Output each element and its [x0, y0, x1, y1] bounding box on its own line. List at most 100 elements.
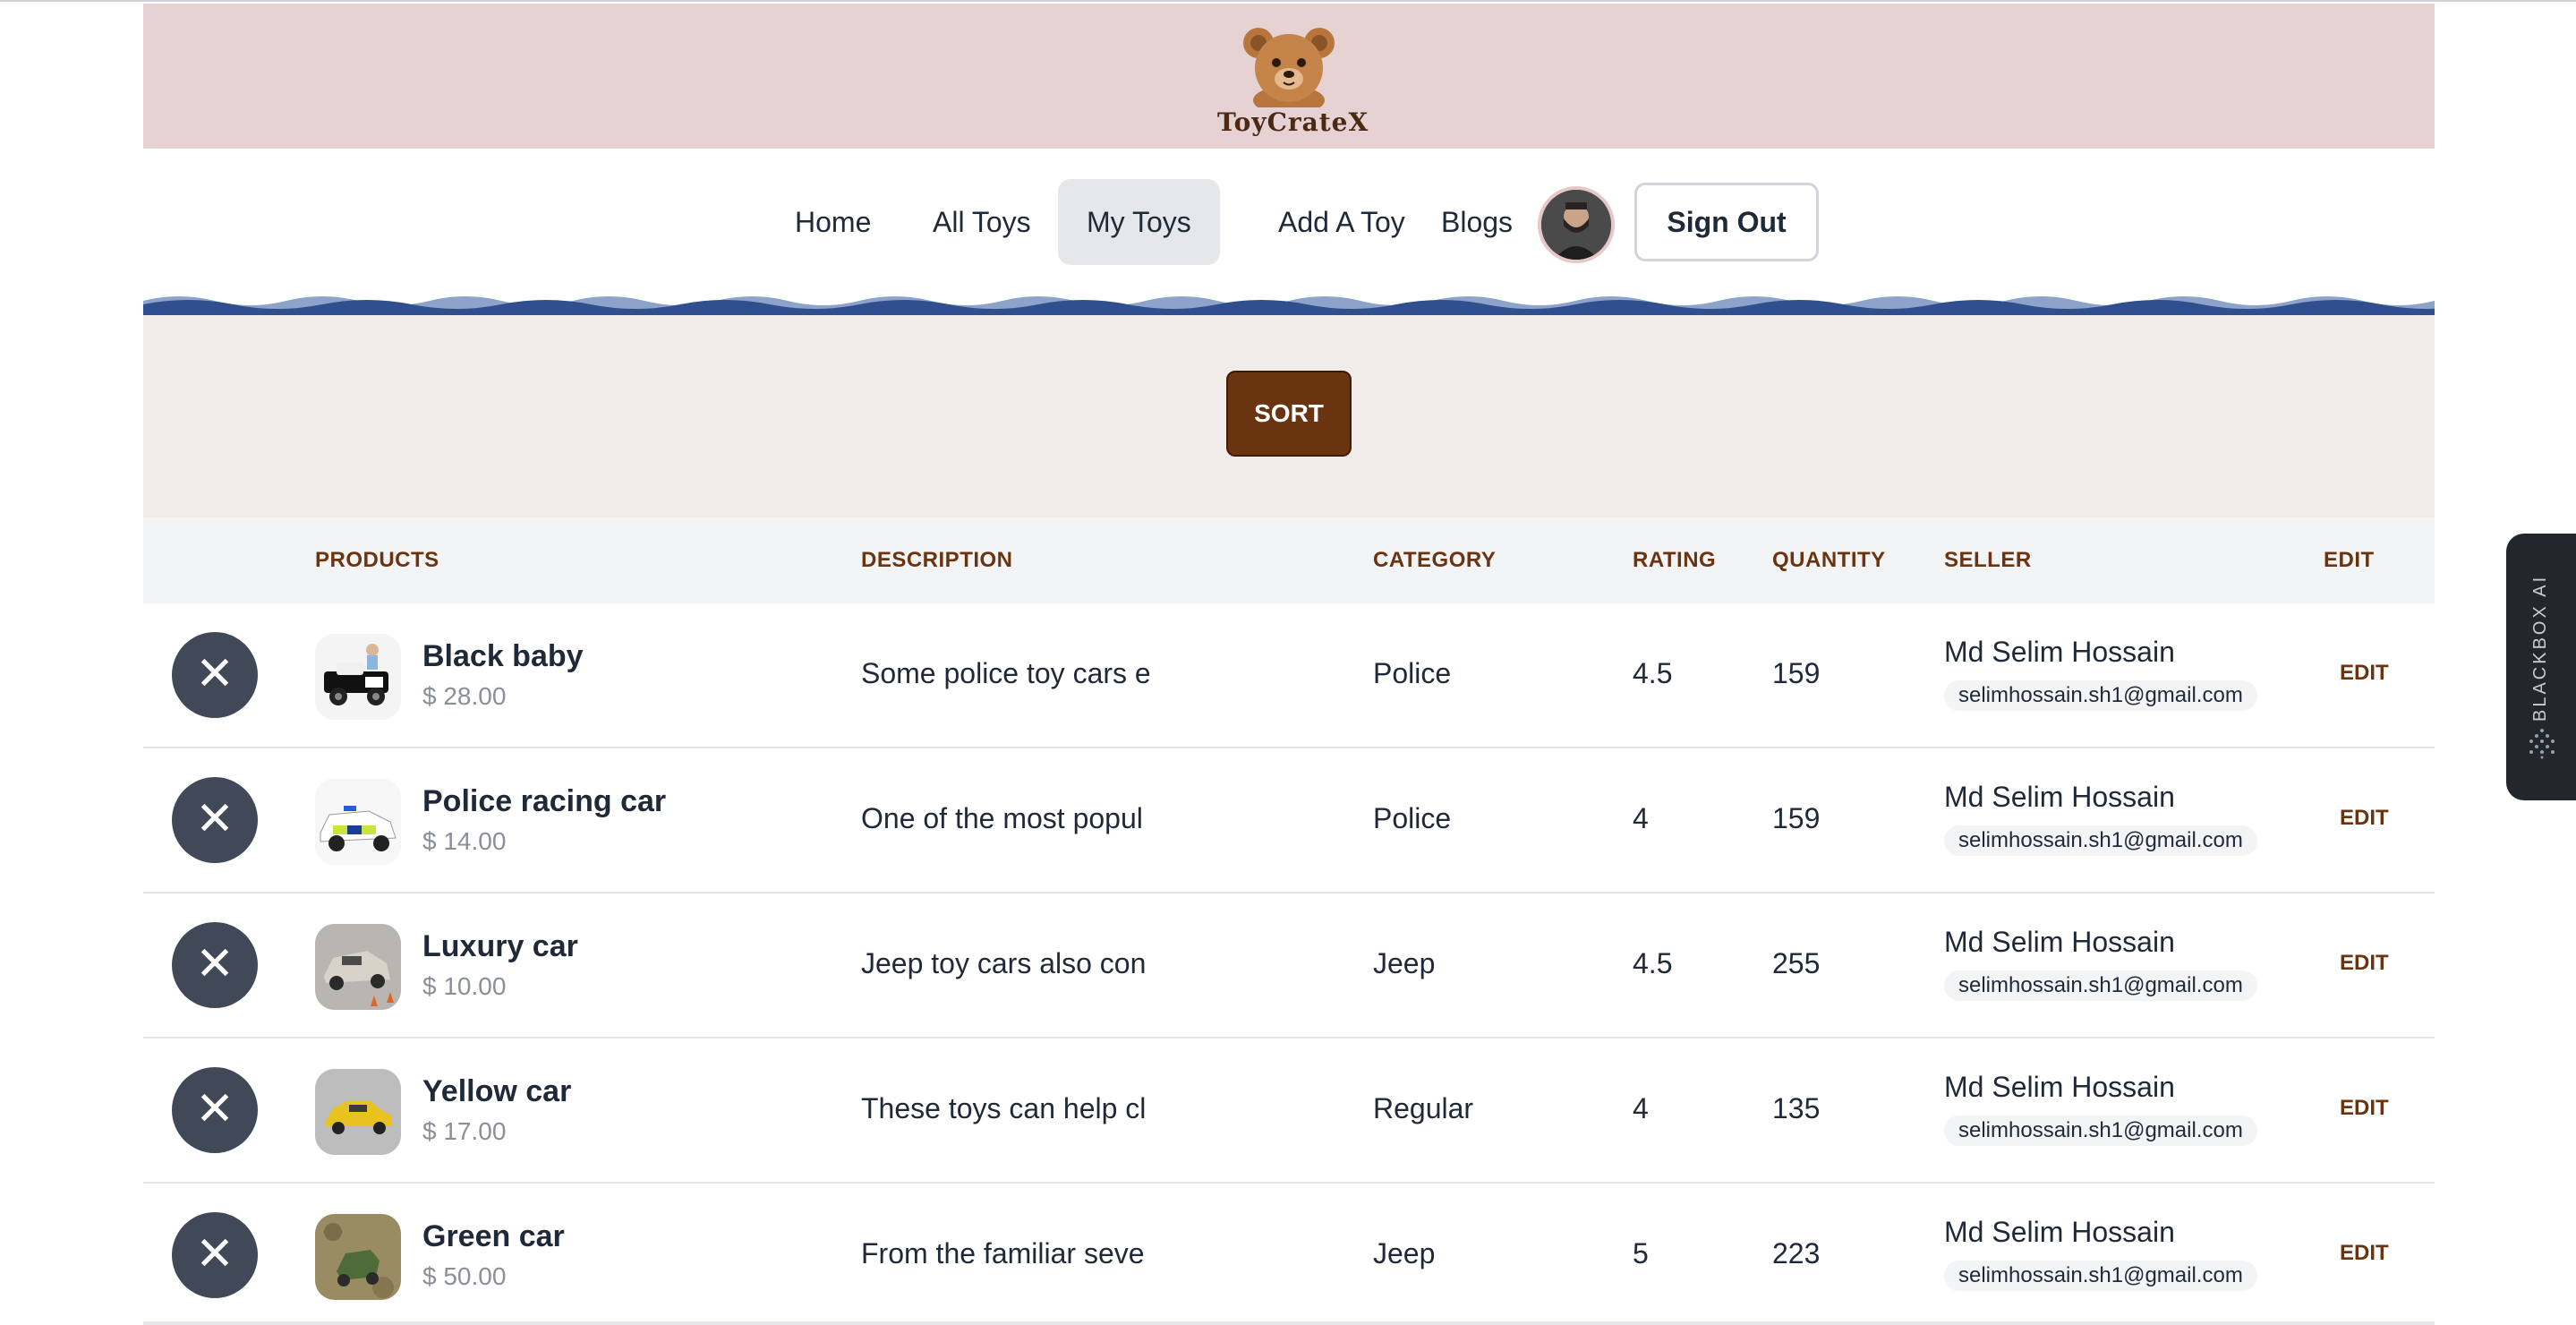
- delete-button[interactable]: ✕: [172, 632, 258, 718]
- table-row: ✕ Black baby $ 28.00 Some police toy car…: [143, 603, 2435, 748]
- product-description: Jeep toy cars also con: [861, 947, 1147, 979]
- blackbox-ai-label: BLACKBOX AI: [2530, 575, 2550, 722]
- header-edit: EDIT: [2324, 548, 2375, 572]
- product-description: One of the most popul: [861, 802, 1143, 834]
- product-thumbnail: [315, 634, 401, 720]
- nav-home[interactable]: Home: [766, 179, 900, 265]
- police-jeep-icon: [315, 634, 401, 720]
- table-row: ✕ Green car $ 50.00 From the familiar se…: [143, 1184, 2435, 1325]
- edit-link[interactable]: EDIT: [2340, 1096, 2389, 1121]
- edit-link[interactable]: EDIT: [2340, 951, 2389, 976]
- seller-email-badge: selimhossain.sh1@gmail.com: [1944, 680, 2257, 711]
- product-thumbnail: [315, 924, 401, 1010]
- blackbox-ai-text: BLACKBOX AI: [2530, 575, 2550, 722]
- header-description: DESCRIPTION: [861, 548, 1013, 572]
- bottom-border: [143, 1321, 2435, 1325]
- product-category: Jeep: [1373, 1237, 1436, 1269]
- close-icon: ✕: [195, 938, 235, 990]
- table-row: ✕ Police racing car $ 14.00 One of the m…: [143, 748, 2435, 893]
- product-category: Police: [1373, 657, 1452, 689]
- product-thumbnail: [315, 1214, 401, 1300]
- site-header: ToyCrateX: [143, 4, 2435, 149]
- main-nav: Home All Toys My Toys Add A Toy Blogs Si…: [143, 149, 2435, 292]
- header-products: PRODUCTS: [315, 548, 439, 572]
- delete-button[interactable]: ✕: [172, 922, 258, 1008]
- close-icon: ✕: [195, 648, 235, 700]
- close-icon: ✕: [195, 1228, 235, 1280]
- product-price: $ 28.00: [422, 682, 507, 710]
- product-name: Yellow car: [422, 1074, 572, 1108]
- delete-button[interactable]: ✕: [172, 1212, 258, 1298]
- product-name: Black baby: [422, 639, 584, 673]
- nav-add-a-toy[interactable]: Add A Toy: [1250, 179, 1434, 265]
- header-category: CATEGORY: [1373, 548, 1497, 572]
- table-row: ✕ Luxury car $ 10.00 Jeep toy cars also …: [143, 893, 2435, 1039]
- table-header: PRODUCTS DESCRIPTION CATEGORY RATING QUA…: [143, 517, 2435, 603]
- product-quantity: 255: [1772, 947, 1821, 979]
- product-price: $ 50.00: [422, 1262, 507, 1290]
- product-thumbnail: [315, 779, 401, 865]
- close-icon: ✕: [195, 1083, 235, 1135]
- blackbox-ai-tab[interactable]: BLACKBOX AI: [2506, 534, 2576, 800]
- yellow-car-icon: [315, 1069, 401, 1155]
- green-car-icon: [315, 1214, 401, 1300]
- nav-blogs[interactable]: Blogs: [1412, 179, 1541, 265]
- blackbox-logo-icon: [2529, 729, 2555, 759]
- product-rating: 4.5: [1633, 657, 1673, 689]
- product-category: Regular: [1373, 1092, 1474, 1124]
- seller-email-badge: selimhossain.sh1@gmail.com: [1944, 825, 2257, 856]
- edit-link[interactable]: EDIT: [2340, 661, 2389, 686]
- product-description: These toys can help cl: [861, 1092, 1147, 1124]
- brand-name: ToyCrateX: [1217, 107, 1369, 137]
- seller-name: Md Selim Hossain: [1944, 636, 2175, 668]
- nav-my-toys[interactable]: My Toys: [1058, 179, 1220, 265]
- header-quantity: QUANTITY: [1772, 548, 1886, 572]
- product-description: Some police toy cars e: [861, 657, 1149, 689]
- seller-email-badge: selimhossain.sh1@gmail.com: [1944, 1261, 2257, 1291]
- header-seller: SELLER: [1944, 548, 2032, 572]
- close-icon: ✕: [195, 793, 235, 845]
- seller-name: Md Selim Hossain: [1944, 926, 2175, 958]
- product-name: Green car: [422, 1219, 565, 1253]
- seller-email-badge: selimhossain.sh1@gmail.com: [1944, 970, 2257, 1001]
- product-rating: 5: [1633, 1237, 1649, 1269]
- page-frame: ToyCrateX Home All Toys My Toys Add A To…: [143, 4, 2435, 1325]
- seller-name: Md Selim Hossain: [1944, 1071, 2175, 1103]
- product-quantity: 159: [1772, 657, 1821, 689]
- teddy-bear-icon: [1243, 28, 1335, 107]
- sort-button[interactable]: SORT: [1226, 371, 1352, 457]
- wave-divider: [143, 292, 2435, 315]
- edit-link[interactable]: EDIT: [2340, 1241, 2389, 1266]
- seller-email-badge: selimhossain.sh1@gmail.com: [1944, 1116, 2257, 1146]
- delete-button[interactable]: ✕: [172, 777, 258, 863]
- seller-name: Md Selim Hossain: [1944, 781, 2175, 813]
- edit-link[interactable]: EDIT: [2340, 806, 2389, 831]
- header-rating: RATING: [1633, 548, 1717, 572]
- product-rating: 4.5: [1633, 947, 1673, 979]
- product-price: $ 14.00: [422, 827, 507, 855]
- nav-all-toys[interactable]: All Toys: [904, 179, 1060, 265]
- product-quantity: 223: [1772, 1237, 1821, 1269]
- product-thumbnail: [315, 1069, 401, 1155]
- product-name: Luxury car: [422, 929, 578, 963]
- delete-button[interactable]: ✕: [172, 1067, 258, 1153]
- product-quantity: 159: [1772, 802, 1821, 834]
- product-name: Police racing car: [422, 784, 667, 818]
- luxury-car-icon: [315, 924, 401, 1010]
- product-rating: 4: [1633, 802, 1649, 834]
- product-category: Police: [1373, 802, 1452, 834]
- product-category: Jeep: [1373, 947, 1436, 979]
- sign-out-button[interactable]: Sign Out: [1634, 183, 1819, 261]
- police-car-icon: [315, 779, 401, 865]
- product-quantity: 135: [1772, 1092, 1821, 1124]
- product-description: From the familiar seve: [861, 1237, 1145, 1269]
- seller-name: Md Selim Hossain: [1944, 1216, 2175, 1248]
- logo[interactable]: ToyCrateX: [1217, 25, 1369, 141]
- user-portrait-icon: [1541, 190, 1611, 260]
- sort-section: SORT: [143, 315, 2435, 517]
- product-price: $ 10.00: [422, 972, 507, 1000]
- table-row: ✕ Yellow car $ 17.00 These toys can help…: [143, 1039, 2435, 1184]
- product-rating: 4: [1633, 1092, 1649, 1124]
- user-avatar[interactable]: [1538, 186, 1615, 263]
- product-price: $ 17.00: [422, 1117, 507, 1145]
